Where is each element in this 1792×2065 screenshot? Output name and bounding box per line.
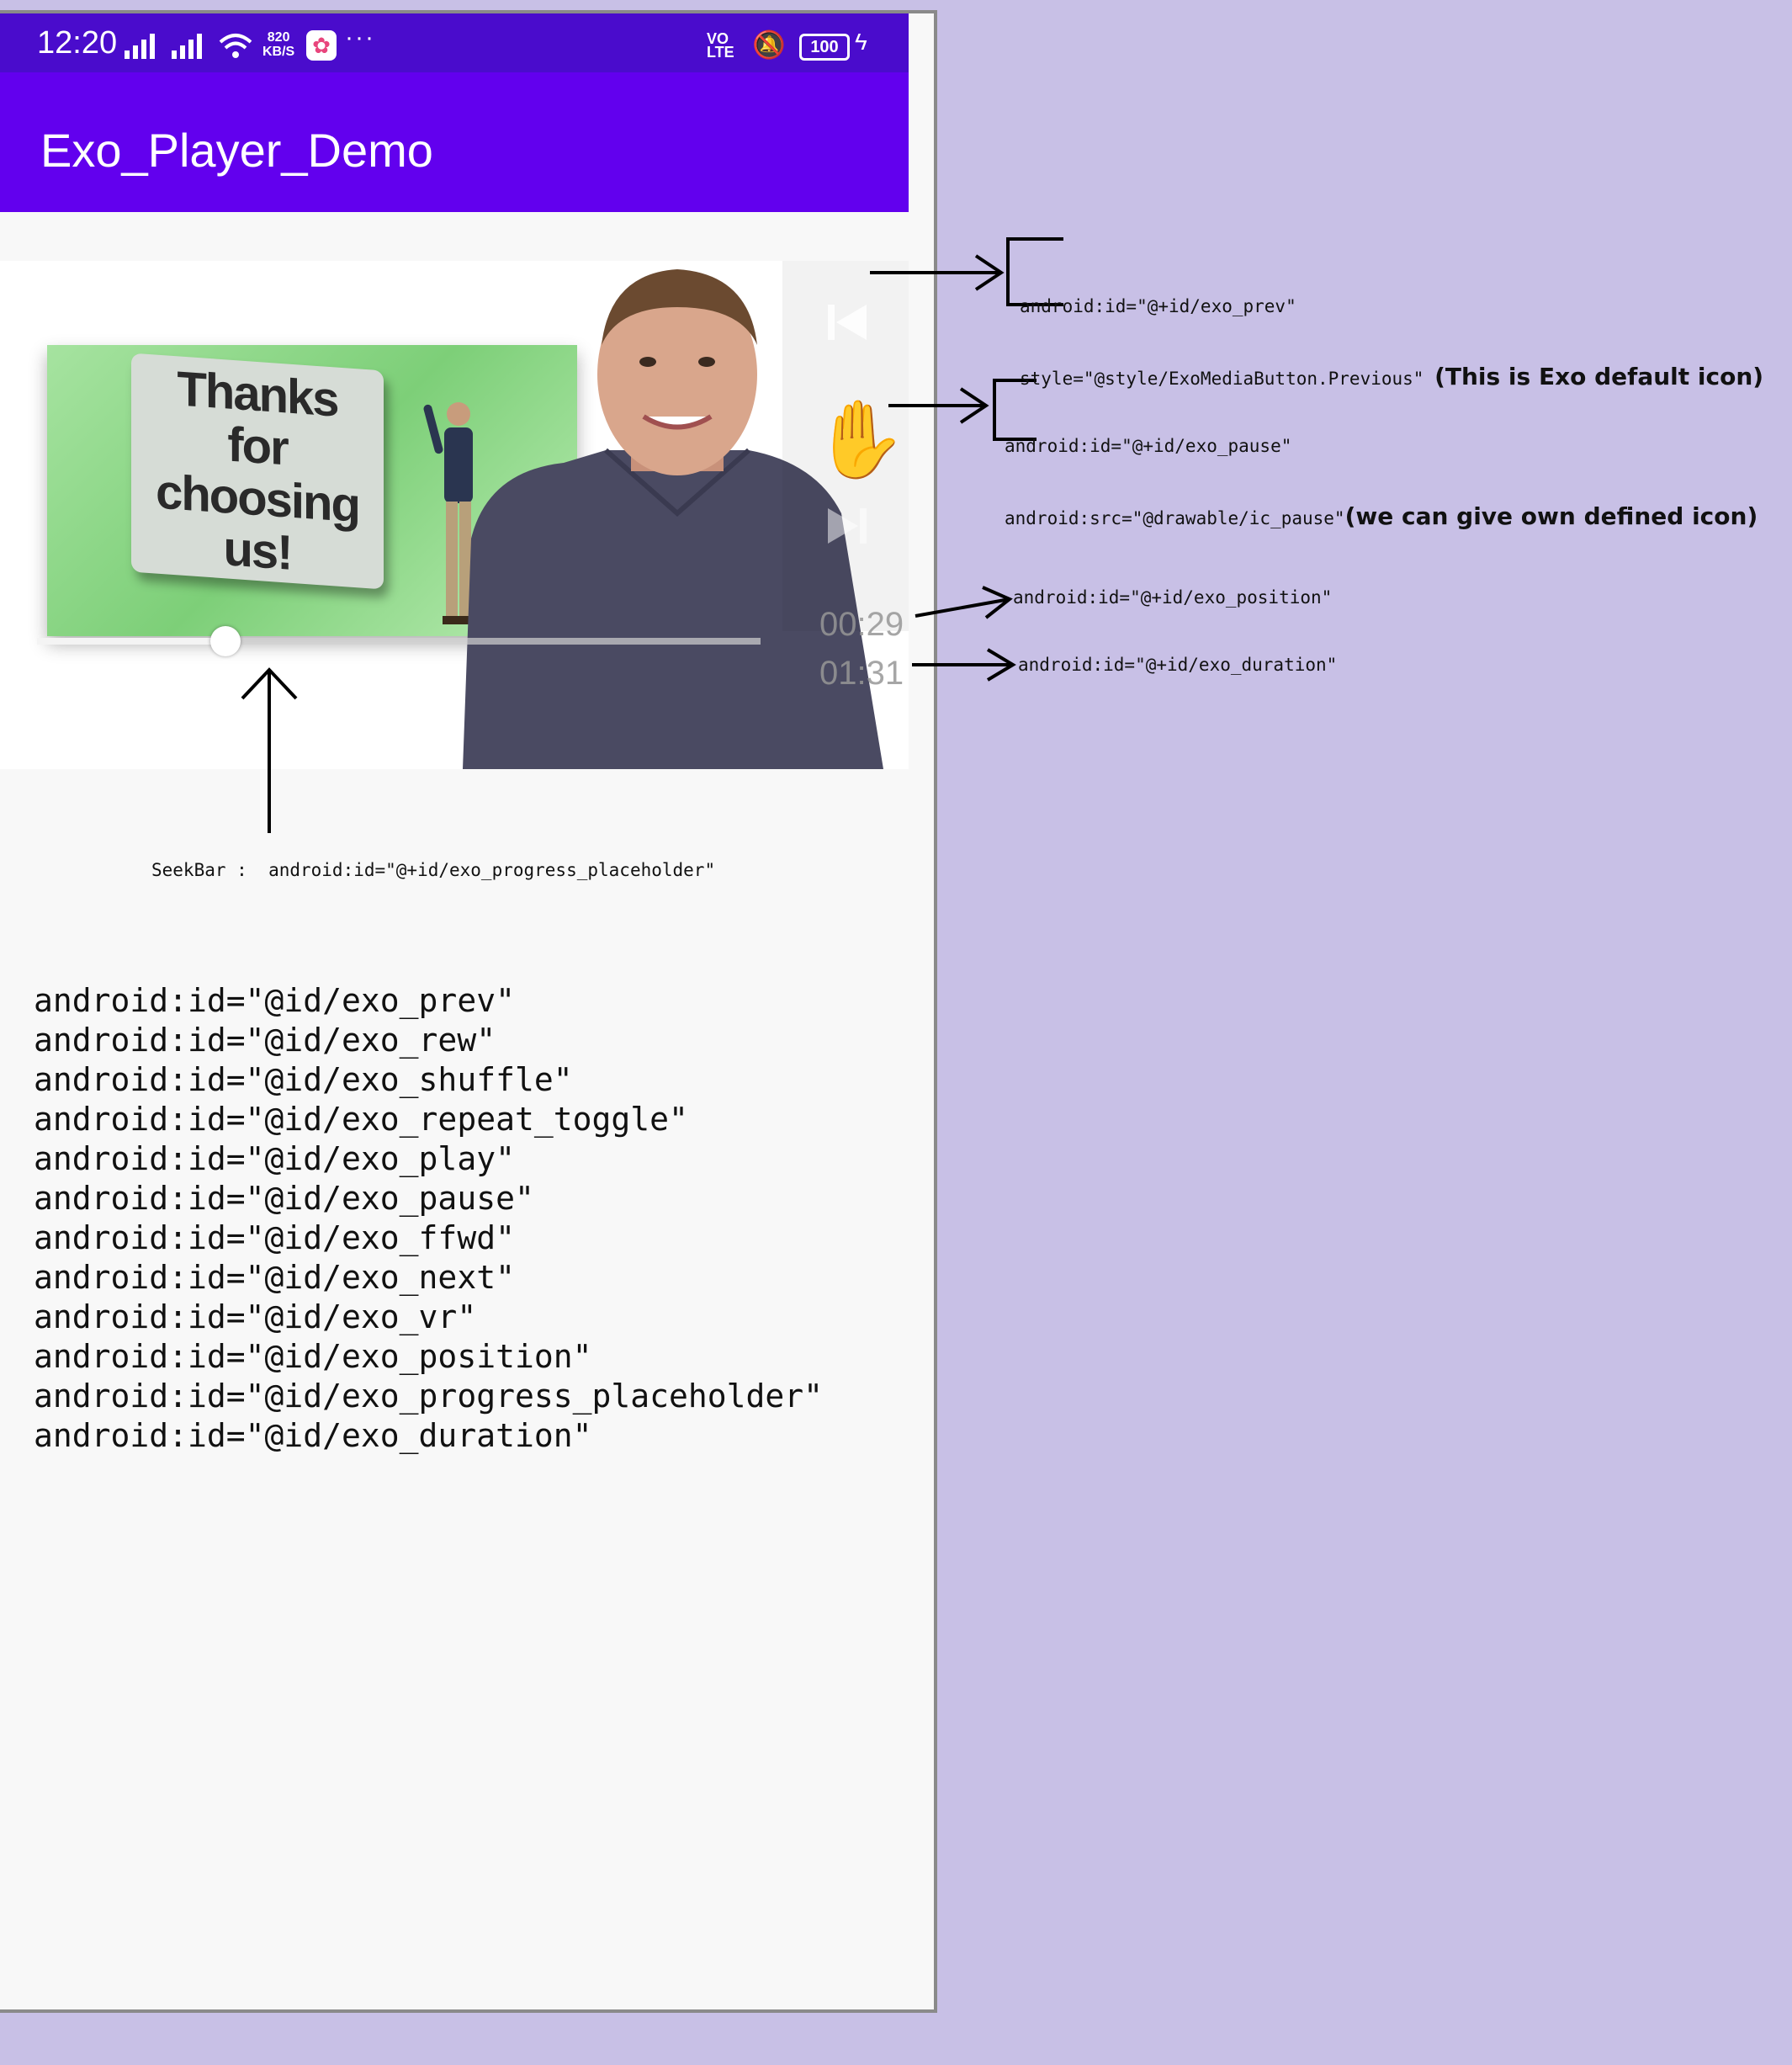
pause-annotation-line2: android:src="@drawable/ic_pause": [1005, 508, 1345, 528]
pause-annotation-line1: android:id="@+id/exo_pause": [1005, 436, 1292, 456]
pause-annotation-note: (we can give own defined icon): [1344, 502, 1758, 530]
position-annotation: android:id="@+id/exo_position": [1013, 587, 1333, 608]
pause-annotation: android:id="@+id/exo_pause" android:src=…: [1005, 387, 1758, 554]
prev-annotation-line2: style="@style/ExoMediaButton.Previous": [1020, 369, 1424, 389]
prev-annotation-line1: android:id="@+id/exo_prev": [1020, 296, 1296, 316]
duration-annotation: android:id="@+id/exo_duration": [1018, 655, 1338, 675]
